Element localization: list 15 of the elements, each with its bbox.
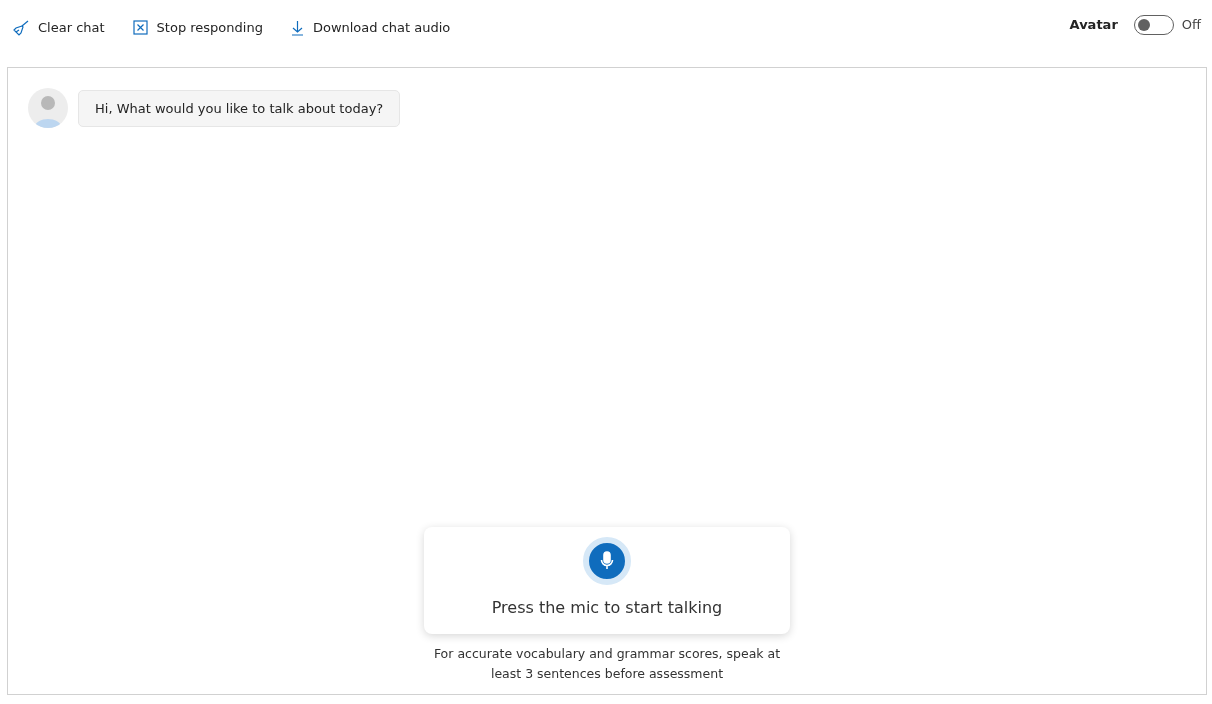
mic-icon (600, 551, 614, 571)
toolbar-button[interactable]: Stop responding (132, 20, 263, 35)
hint-text: For accurate vocabulary and grammar scores, speak at least 3 sentences before assessment (432, 645, 782, 683)
stop-square-icon (132, 20, 148, 35)
avatar-toggle[interactable] (1133, 14, 1174, 35)
toggle-state-text: Off (1181, 17, 1201, 32)
mic-button[interactable] (583, 537, 631, 585)
avatar-icon (28, 88, 68, 128)
chat-bubble: Hi, What would you like to talk about today? (78, 89, 401, 127)
toolbar-button[interactable]: Download chat audio (290, 19, 451, 36)
download-icon (290, 19, 304, 36)
toggle-label: Avatar (1069, 17, 1118, 32)
broom-icon (13, 19, 29, 36)
toolbar-button[interactable]: Clear chat (13, 19, 105, 36)
mic-prompt: Press the mic to start talking (491, 598, 723, 617)
